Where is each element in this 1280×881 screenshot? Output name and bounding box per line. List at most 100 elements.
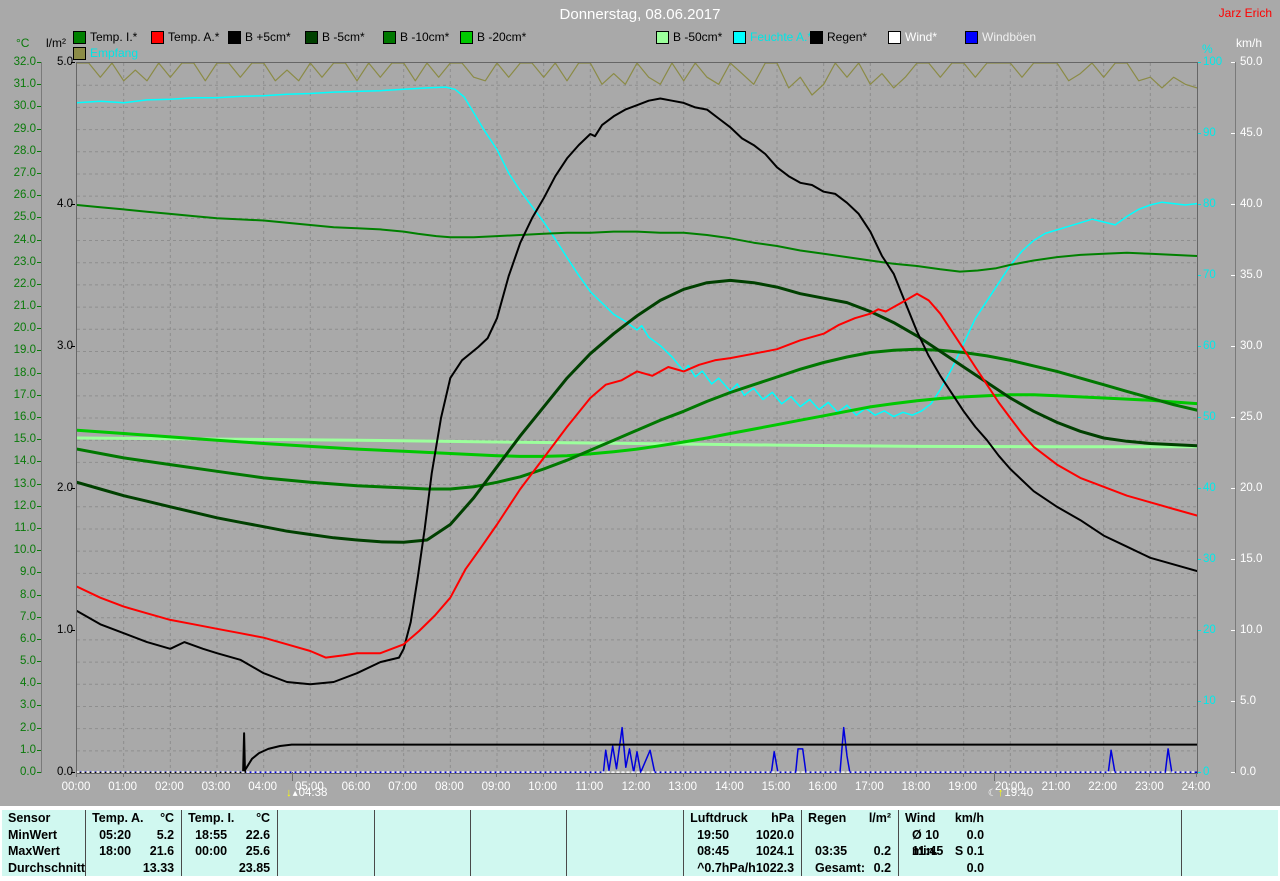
sunrise-icon: ↓ [286,787,292,799]
y-axis-tick [37,461,41,463]
y-axis-label-temp: 28.0 [13,144,36,157]
stats-time-value: Gesamt: [815,860,866,875]
y-axis-label-rain: 2.0 [57,482,73,494]
stats-sensor-unit: hPa [771,811,795,825]
y-axis-tick [37,306,41,308]
legend-label: Empfang [90,46,139,60]
stats-row-label: MaxWert [8,844,60,858]
x-axis-tick [542,773,544,777]
y-axis-tick [37,439,41,441]
stats-row-label: Durchschnitt [8,860,86,875]
y-axis-tick [37,572,41,574]
stats-sensor-unit: l/m² [868,811,892,825]
stats-measure-value: 5.2 [156,827,175,842]
y-axis-label-humidity: 70 [1203,269,1216,281]
stats-col-temp-a-: Temp. A. °C 05:20 5.2 18:00 21.6 13.33 [85,810,181,876]
stats-time-value: ^0.7hPa/h [697,860,756,875]
x-axis-label: 15:00 [761,781,791,793]
y-axis-tick [1231,488,1235,489]
y-axis-tick [71,204,75,205]
y-axis-tick [37,372,41,374]
x-axis-tick [589,773,591,777]
y-axis-tick [1231,275,1235,276]
y-axis-tick [37,106,41,108]
y-axis-label-wind: 10.0 [1240,624,1263,636]
y-axis-label-temp: 4.0 [20,677,36,690]
left-axis-line [41,62,42,773]
stats-col-regen: Regen l/m² 03:35 0.2 Gesamt: 0.2 [801,810,898,876]
y-axis-label-humidity: 50 [1203,411,1216,423]
legend-item-windb-en: Windböen [965,30,1036,44]
x-axis-tick [496,773,497,777]
stats-value-row: 05:20 5.2 [86,827,181,844]
x-axis-tick [916,773,917,777]
legend-label: Windböen [982,30,1037,44]
y-axis-tick [1231,133,1235,134]
user-name-label: Jarz Erich [1218,6,1272,20]
sunset-marker: ☾ ↑ 19:40 [988,787,1033,799]
x-axis-tick [869,773,871,777]
y-axis-label-temp: 16.0 [13,411,36,423]
y-axis-label-temp: 25.0 [13,211,36,224]
y-axis-label-humidity: 30 [1203,553,1216,565]
stats-value-row: 11:45 S 0.1 [899,843,991,860]
y-axis-label-humidity: 10 [1203,695,1216,707]
y-axis-tick [37,172,41,174]
x-axis-label: 04:00 [248,781,278,793]
y-axis-tick [37,772,41,773]
stats-measure-value [891,827,898,844]
y-axis-label-temp: 15.0 [13,433,36,446]
stats-col-header: Wind km/h [899,810,991,827]
stats-value-row: 23.85 [182,860,277,877]
stats-col-header: Temp. I. °C [182,810,277,827]
stats-time-value [182,860,195,877]
y-axis-label-humidity: 90 [1203,127,1216,139]
legend-item-feuchte-a-: Feuchte A.* [733,30,812,44]
x-axis-tick [1056,773,1057,777]
x-axis-label: 19:00 [948,781,978,793]
x-axis-tick [122,773,124,777]
stats-value-row: Gesamt: 0.2 [802,860,898,877]
stats-time-value: 11:45 [912,844,944,858]
x-axis-label: 24:00 [1181,781,1211,793]
legend-label: B -20cm* [477,30,527,44]
y-axis-label-temp: 17.0 [13,388,36,401]
sunset-icon: ↑ [997,787,1004,799]
stats-sensor-name: Temp. I. [188,811,235,825]
stats-measure-value: S 0.1 [954,844,985,858]
x-axis-tick [962,773,964,777]
stats-measure-value: 1020.0 [755,827,795,842]
stats-sensor-name: Regen [808,811,847,825]
y-axis-tick [37,217,41,219]
weather-chart-svg [77,63,1197,773]
x-axis-tick [1009,773,1011,777]
y-axis-tick [37,417,41,418]
y-axis-label-temp: 8.0 [20,588,36,601]
x-axis-tick [216,773,217,777]
legend-label: B +5cm* [245,30,291,44]
left-axis-unit-rain: l/m² [46,36,66,50]
stats-col-header: Luftdruck hPa [684,810,801,827]
x-axis-label: 08:00 [434,781,464,793]
x-axis-label: 11:00 [575,781,604,793]
y-axis-label-temp: 9.0 [20,566,36,579]
y-axis-tick [37,350,41,352]
stats-measure-value: 13.33 [142,860,175,875]
stats-value-row: 00:00 25.6 [182,843,277,860]
y-axis-label-temp: 6.0 [20,632,36,645]
x-axis-tick [402,773,404,777]
stats-measure-value: 25.6 [245,844,271,858]
stats-time-value [899,860,912,877]
stats-sensor-name: Luftdruck [690,811,748,825]
stats-col-temp-i-: Temp. I. °C 18:55 22.6 00:00 25.6 23.85 [181,810,277,876]
y-axis-tick [37,727,41,729]
y-axis-label-temp: 31.0 [13,78,36,91]
y-axis-label-wind: 25.0 [1240,411,1263,423]
sunrise-tick [292,772,294,781]
stats-sensor-name: Wind [905,811,936,825]
weather-station-window: Donnerstag, 08.06.2017 Jarz Erich Temp. … [0,0,1280,881]
x-axis-label: 00:00 [61,781,91,793]
x-axis-label: 13:00 [668,781,698,793]
legend-swatch-icon [151,30,164,44]
x-axis-tick [449,773,451,777]
